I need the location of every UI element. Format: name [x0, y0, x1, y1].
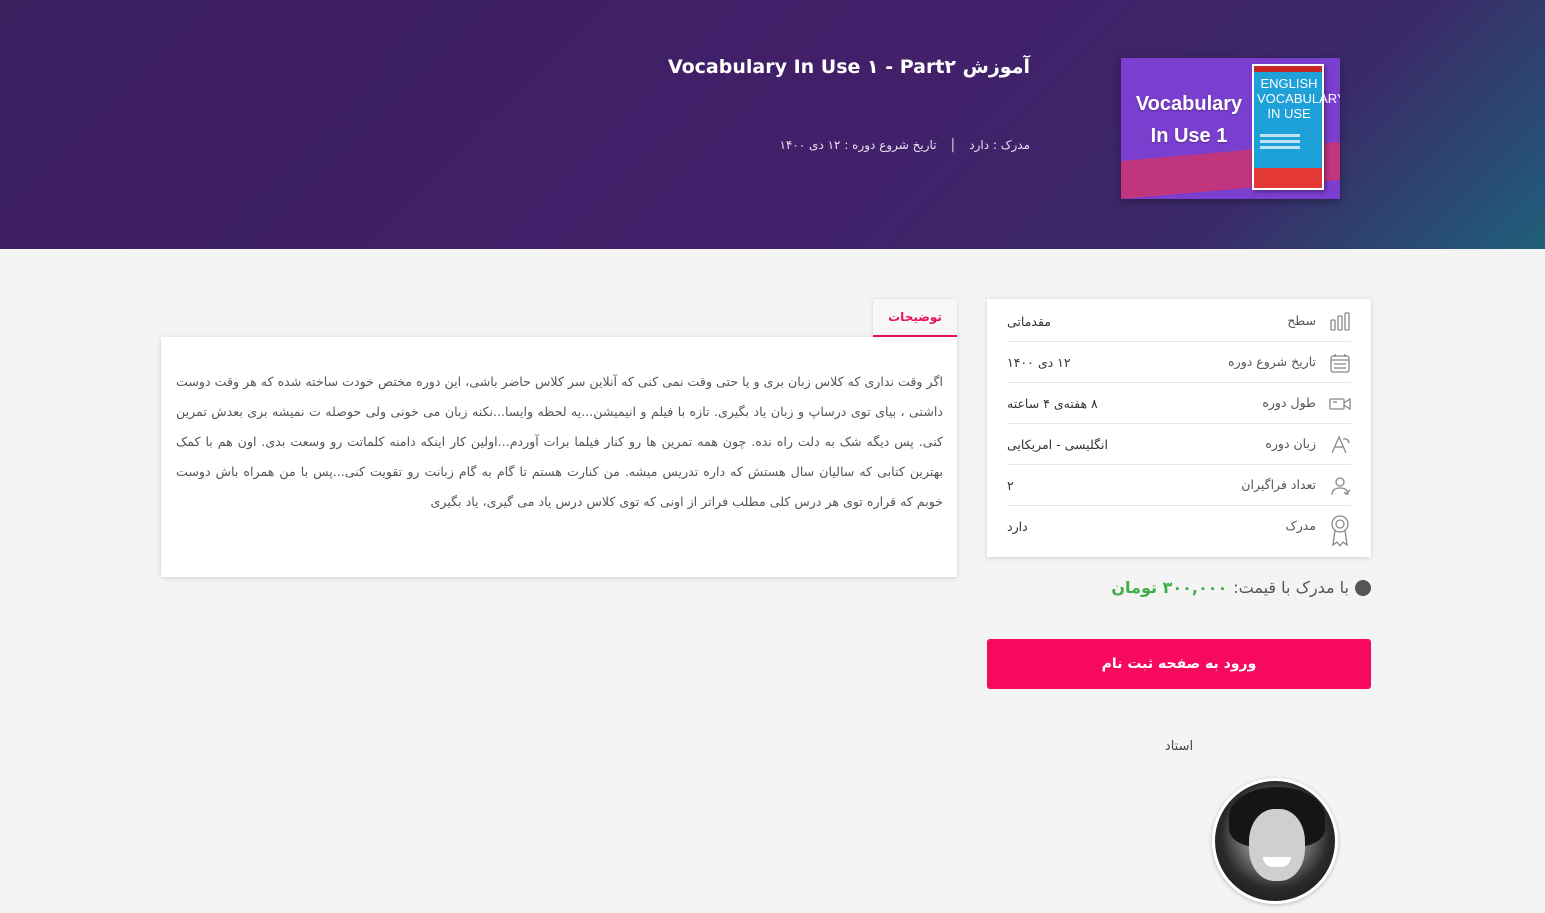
cover-title: Vocabulary In Use 1 [1135, 93, 1243, 147]
language-icon [1329, 434, 1351, 456]
course-header: آموزش Vocabulary In Use ۱ - Part۲ مدرک :… [0, 0, 1545, 249]
book-top-stripe [1254, 66, 1322, 72]
price-amount: ۳۰۰,۰۰۰ تومان [1111, 578, 1228, 597]
certificate-ribbon-icon [1329, 514, 1351, 548]
students-icon [1329, 475, 1351, 497]
info-label: زبان دوره [1265, 436, 1316, 451]
info-label: تاریخ شروع دوره [1228, 354, 1316, 369]
course-title: آموزش Vocabulary In Use ۱ - Part۲ [667, 56, 1030, 78]
description-text: اگر وقت نداری که کلاس زبان بری و یا حتی … [176, 374, 943, 509]
info-row-duration: طول دوره ۸ هفته‌ی ۴ ساعته [1007, 383, 1351, 424]
tab-description[interactable]: توضیحات [873, 299, 957, 337]
course-meta: مدرک : دارد | تاریخ شروع دوره : ۱۲ دی ۱۴… [779, 137, 1030, 153]
info-row-start-date: تاریخ شروع دوره ۱۲ دی ۱۴۰۰ [1007, 342, 1351, 383]
info-value: ۸ هفته‌ی ۴ ساعته [1007, 396, 1098, 411]
description-panel: اگر وقت نداری که کلاس زبان بری و یا حتی … [161, 337, 957, 577]
info-value: ۲ [1007, 478, 1014, 493]
info-row-students: تعداد فراگیران ۲ [1007, 465, 1351, 506]
book-bottom-stripe [1254, 168, 1322, 188]
info-value: انگلیسی - امریکایی [1007, 437, 1108, 452]
meta-separator: | [950, 137, 956, 153]
avatar-face [1249, 809, 1305, 881]
start-date-meta: تاریخ شروع دوره : ۱۲ دی ۱۴۰۰ [779, 138, 937, 152]
teacher-avatar[interactable] [1212, 778, 1338, 904]
certificate-meta: مدرک : دارد [969, 138, 1030, 152]
teacher-label: استاد [1164, 739, 1194, 754]
info-value: مقدماتی [1007, 314, 1051, 329]
info-label: سطح [1287, 313, 1316, 328]
price-line: با مدرک با قیمت: ۳۰۰,۰۰۰ تومان [1111, 578, 1371, 597]
info-row-language: زبان دوره انگلیسی - امریکایی [1007, 424, 1351, 465]
course-cover-image: Vocabulary In Use 1 ENGLISH VOCABULARY I… [1121, 58, 1340, 199]
book-text-lines [1260, 134, 1300, 137]
info-value: دارد [1007, 519, 1028, 534]
info-row-certificate: مدرک دارد [1007, 506, 1351, 556]
info-value: ۱۲ دی ۱۴۰۰ [1007, 355, 1071, 370]
info-label: طول دوره [1262, 395, 1316, 410]
info-label: مدرک [1285, 518, 1316, 533]
badge-icon [1355, 579, 1371, 596]
level-bars-icon [1329, 311, 1351, 333]
enroll-button[interactable]: ورود به صفحه ثبت نام [987, 639, 1371, 689]
cover-book-image: ENGLISH VOCABULARY IN USE [1252, 64, 1340, 190]
calendar-icon [1329, 352, 1351, 374]
book-title: ENGLISH VOCABULARY IN USE [1257, 76, 1340, 121]
price-prefix: با مدرک با قیمت: [1233, 578, 1349, 597]
info-row-level: سطح مقدماتی [1007, 301, 1351, 342]
course-info-card: سطح مقدماتی تاریخ شروع دوره ۱۲ دی ۱۴۰۰ ط… [987, 299, 1371, 557]
video-camera-icon [1329, 393, 1351, 415]
info-label: تعداد فراگیران [1241, 477, 1316, 492]
